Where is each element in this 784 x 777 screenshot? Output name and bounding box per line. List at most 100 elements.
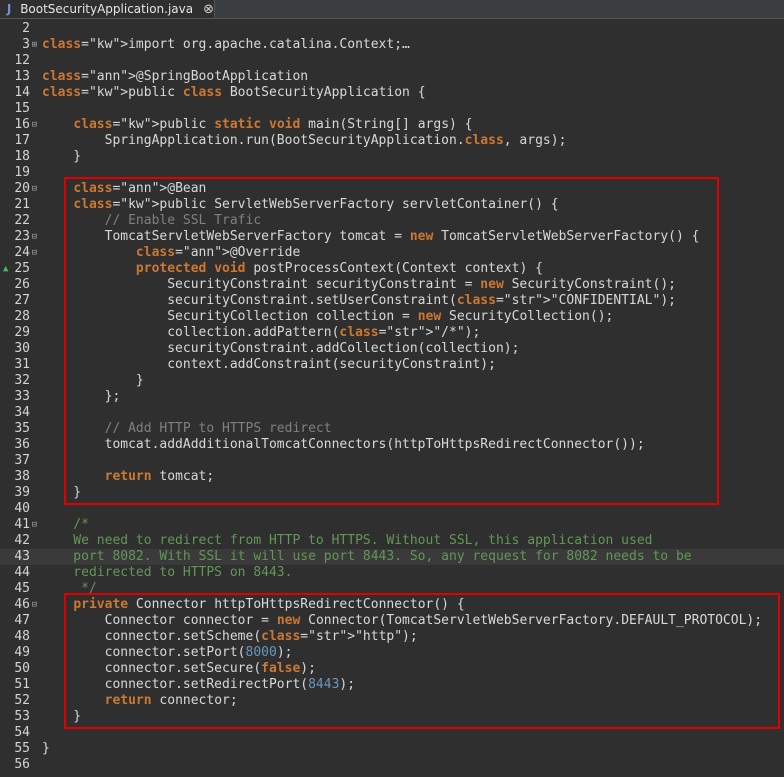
code-line[interactable]: 55} (0, 741, 784, 757)
line-number: 21 (14, 197, 30, 212)
code-line[interactable]: 24 ⊟ class="ann">@Override (0, 245, 784, 261)
code-line[interactable]: 35 // Add HTTP to HTTPS redirect (0, 421, 784, 437)
expand-fold-icon[interactable]: ⊞ (30, 37, 39, 53)
code-line[interactable]: 18 } (0, 149, 784, 165)
code-line[interactable]: 34 (0, 405, 784, 421)
code-line[interactable]: 46 ⊟ private Connector httpToHttpsRedirec… (0, 597, 784, 613)
code-line[interactable]: 30 securityConstraint.addCollection(coll… (0, 341, 784, 357)
line-number: 50 (14, 661, 30, 676)
code-line[interactable]: 50 connector.setSecure(false); (0, 661, 784, 677)
code-line[interactable]: 41 ⊟ /* (0, 517, 784, 533)
collapse-fold-icon[interactable]: ⊟ (30, 517, 39, 533)
code-line[interactable]: 29 collection.addPattern(class="str">"/*… (0, 325, 784, 341)
line-number: 13 (14, 69, 30, 84)
code-line[interactable]: 13 class="ann">@SpringBootApplication (0, 69, 784, 85)
line-number: 29 (14, 325, 30, 340)
code-line[interactable]: 53 } (0, 709, 784, 725)
code-text: SpringApplication.run(BootSecurityApplic… (42, 133, 567, 148)
code-line[interactable]: 56 (0, 757, 784, 773)
line-number: 54 (14, 725, 30, 740)
line-number: 27 (14, 293, 30, 308)
java-file-icon: J (6, 2, 12, 16)
code-editor[interactable]: 2 3 ⊞ class="kw">import org.apache.catalina… (0, 19, 784, 777)
editor-tab[interactable]: J BootSecurityApplication.java ⊗ (0, 0, 215, 18)
line-number: 47 (14, 613, 30, 628)
code-line[interactable]: 20 ⊟ class="ann">@Bean (0, 181, 784, 197)
code-text: protected void postProcessContext(Contex… (135, 261, 543, 276)
code-line[interactable]: 27 securityConstraint.setUserConstraint(… (0, 293, 784, 309)
code-text: We need to redirect from HTTP to HTTPS. … (42, 533, 653, 548)
close-icon[interactable]: ⊗ (203, 3, 214, 16)
code-line[interactable]: 15 (0, 101, 784, 117)
collapse-fold-icon[interactable]: ⊟ (30, 229, 39, 245)
code-text: // Enable SSL Trafic (42, 213, 262, 228)
line-number: 33 (14, 389, 30, 404)
code-line[interactable]: 42 We need to redirect from HTTP to HTTP… (0, 533, 784, 549)
code-text: collection.addPattern(class="str">"/*"); (42, 325, 481, 340)
line-number: 20 (14, 181, 30, 196)
code-text: return connector; (104, 693, 238, 708)
collapse-fold-icon[interactable]: ⊟ (30, 117, 39, 133)
line-number: 48 (14, 629, 30, 644)
line-number: 38 (14, 469, 30, 484)
code-line[interactable]: 28 SecurityCollection collection = new S… (0, 309, 784, 325)
code-text: connector.setRedirectPort(8443); (42, 677, 356, 692)
code-line[interactable]: 16 ⊟ class="kw">public static void main(S… (0, 117, 784, 133)
code-line[interactable]: 51 connector.setRedirectPort(8443); (0, 677, 784, 693)
code-line[interactable]: 36 tomcat.addAdditionalTomcatConnectors(… (0, 437, 784, 453)
code-line[interactable]: 31 context.addConstraint(securityConstra… (0, 357, 784, 373)
code-line[interactable]: 37 (0, 453, 784, 469)
line-number: 39 (14, 485, 30, 500)
code-text: securityConstraint.addCollection(collect… (42, 341, 520, 356)
line-number: 43 (14, 549, 30, 564)
line-number: 32 (14, 373, 30, 388)
code-line[interactable]: 26 SecurityConstraint securityConstraint… (0, 277, 784, 293)
code-text: context.addConstraint(securityConstraint… (42, 357, 496, 372)
code-text: } (42, 485, 82, 500)
code-line[interactable]: 47 Connector connector = new Connector(T… (0, 613, 784, 629)
code-line[interactable]: 21 class="kw">public ServletWebServerFac… (0, 197, 784, 213)
code-text: return tomcat; (104, 469, 215, 484)
collapse-fold-icon[interactable]: ⊟ (30, 181, 39, 197)
code-line[interactable]: 22 // Enable SSL Trafic (0, 213, 784, 229)
code-line[interactable]: 48 connector.setScheme(class="str">"http… (0, 629, 784, 645)
code-line[interactable]: 17 SpringApplication.run(BootSecurityApp… (0, 133, 784, 149)
code-line[interactable]: 43 port 8082. With SSL it will use port … (0, 549, 784, 565)
code-line[interactable]: 23 ⊟ TomcatServletWebServerFactory tomcat… (0, 229, 784, 245)
editor-window: J BootSecurityApplication.java ⊗ 2 3 ⊞ clas… (0, 0, 784, 777)
code-line[interactable]: 14 class="kw">public class BootSecurityAp… (0, 85, 784, 101)
code-line[interactable]: 33 }; (0, 389, 784, 405)
code-line[interactable]: 19 (0, 165, 784, 181)
code-line[interactable]: 38 return tomcat; (0, 469, 784, 485)
code-text: SecurityCollection collection = new Secu… (42, 309, 614, 324)
code-line[interactable]: 44 redirected to HTTPS on 8443. (0, 565, 784, 581)
collapse-fold-icon[interactable]: ⊟ (30, 245, 39, 261)
line-number: 26 (14, 277, 30, 292)
code-text: SecurityConstraint securityConstraint = … (42, 277, 676, 292)
code-line[interactable]: 54 (0, 725, 784, 741)
line-number: 45 (14, 581, 30, 596)
line-number: 15 (14, 101, 30, 116)
code-text: class="ann">@Bean (73, 181, 207, 196)
collapse-fold-icon[interactable]: ⊟ (30, 597, 39, 613)
line-number: 41 (14, 517, 30, 532)
line-number: 44 (14, 565, 30, 580)
code-line[interactable]: 45 */ (0, 581, 784, 597)
code-line[interactable]: 52 return connector; (0, 693, 784, 709)
code-line[interactable]: 2 (0, 21, 784, 37)
line-number: 14 (14, 85, 30, 100)
code-line[interactable]: 12 (0, 53, 784, 69)
code-line[interactable]: 49 connector.setPort(8000); (0, 645, 784, 661)
code-text: } (42, 741, 50, 756)
line-number: 34 (14, 405, 30, 420)
code-line[interactable]: 3 ⊞ class="kw">import org.apache.catalina.… (0, 37, 784, 53)
line-number: 23 (14, 229, 30, 244)
line-number: 46 (14, 597, 30, 612)
code-line[interactable]: 40 (0, 501, 784, 517)
code-text: Connector connector = new Connector(Tomc… (42, 613, 763, 628)
code-line[interactable]: 25 ▲ protected void postProcessContext(Co… (0, 261, 784, 277)
code-line[interactable]: 39 } (0, 485, 784, 501)
line-number: 49 (14, 645, 30, 660)
code-line[interactable]: 32 } (0, 373, 784, 389)
tab-title: BootSecurityApplication.java (20, 2, 194, 16)
